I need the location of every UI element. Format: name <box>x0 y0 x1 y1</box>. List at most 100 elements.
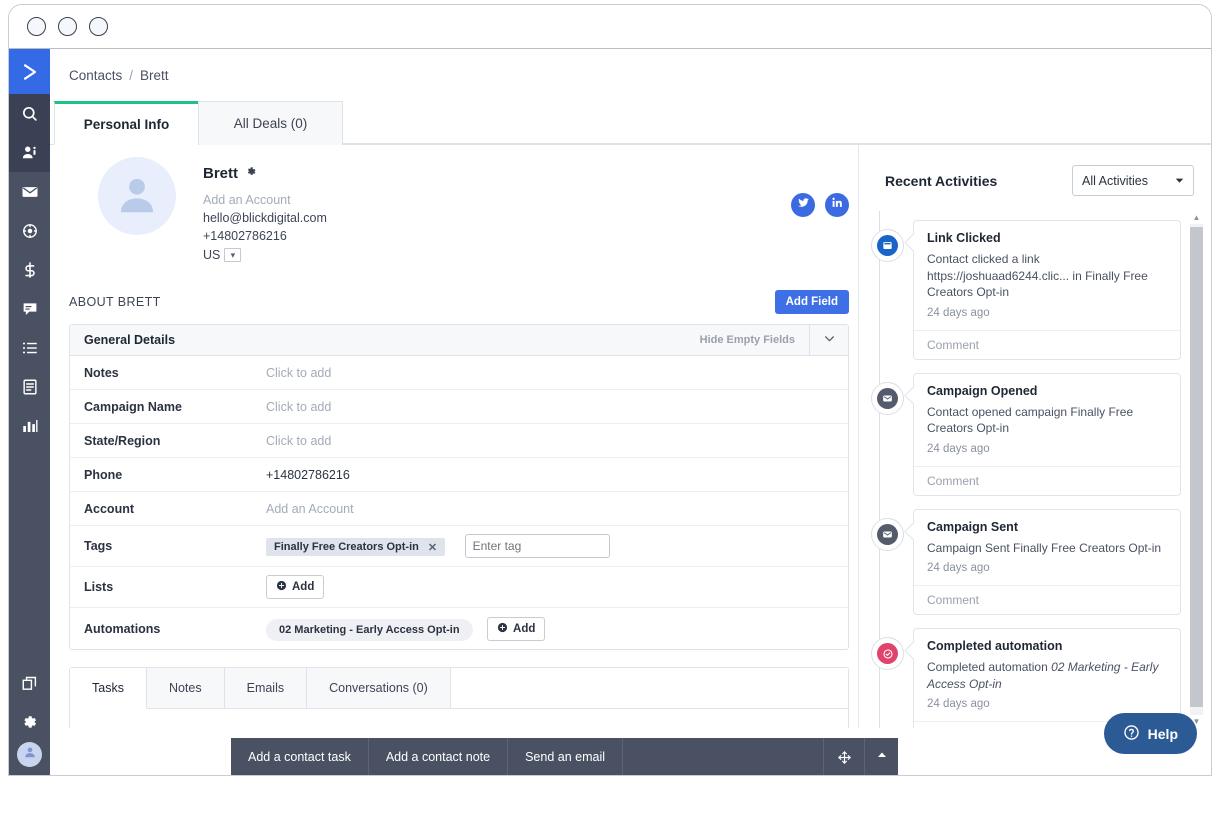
activities-filter-select[interactable]: All Activities <box>1072 165 1194 196</box>
activities-scrollbar[interactable]: ▲ ▼ <box>1190 211 1203 728</box>
send-an-email-button[interactable]: Send an email <box>508 738 624 775</box>
account-avatar[interactable] <box>17 742 42 767</box>
sidebar-item-settings[interactable] <box>9 703 50 742</box>
add-list-button[interactable]: Add <box>266 575 325 599</box>
window-minimize-button[interactable] <box>58 17 77 36</box>
toolbar-spacer <box>623 738 824 775</box>
activity-comment-input[interactable]: Comment <box>914 329 1180 359</box>
tag-input[interactable] <box>464 534 610 558</box>
contact-settings-gear-icon[interactable] <box>245 165 257 182</box>
remove-tag-icon[interactable]: ✕ <box>428 541 437 554</box>
help-button[interactable]: Help <box>1103 713 1197 754</box>
sidebar-item-automations[interactable] <box>9 211 50 250</box>
user-avatar-icon <box>23 745 37 764</box>
activity-card[interactable]: Campaign Opened Contact opened campaign … <box>913 372 1181 496</box>
activity-description: Contact opened campaign Finally Free Cre… <box>927 404 1134 436</box>
table-row: Phone +14802786216 <box>70 458 848 492</box>
activity-comment-input[interactable]: Comment <box>914 585 1180 614</box>
chevron-down-icon: ▾ <box>230 250 236 260</box>
field-value-account[interactable]: Add an Account <box>266 502 848 516</box>
collapse-toolbar-button[interactable] <box>864 738 898 775</box>
contact-tabs: Personal Info All Deals (0) <box>50 101 1211 145</box>
field-label: State/Region <box>84 433 161 448</box>
activity-comment-input[interactable]: Comment <box>914 465 1180 495</box>
activity-tabs-filler <box>450 668 848 709</box>
table-row: State/Region Click to add <box>70 424 848 458</box>
activity-body: Campaign Sent Campaign Sent Finally Free… <box>914 510 1180 586</box>
help-label: Help <box>1147 725 1178 742</box>
tab-emails[interactable]: Emails <box>224 668 308 709</box>
sidebar-item-apps[interactable] <box>9 664 50 703</box>
sidebar-item-contacts[interactable] <box>9 133 50 172</box>
table-row: Campaign Name Click to add <box>70 390 848 424</box>
activity-description: Campaign Sent Finally Free Creators Opt-… <box>927 540 1162 555</box>
browser-window: Contacts / Brett Personal Info All Deals… <box>8 4 1212 776</box>
sidebar-item-pages[interactable] <box>9 367 50 406</box>
campaign-sent-icon <box>877 523 898 545</box>
field-value-lists: Add <box>266 575 848 599</box>
primary-navigation-rail <box>9 49 50 775</box>
sidebar-item-conversations[interactable] <box>9 289 50 328</box>
add-automation-label: Add <box>513 622 536 635</box>
tab-conversations[interactable]: Conversations (0) <box>307 668 451 709</box>
sidebar-item-lists[interactable] <box>9 328 50 367</box>
activity-description-prefix: Completed automation <box>927 660 1052 674</box>
collapse-general-details-button[interactable] <box>809 324 848 356</box>
main-content: Contacts / Brett Personal Info All Deals… <box>50 49 1211 775</box>
general-details-title: General Details <box>84 333 176 347</box>
tab-all-deals[interactable]: All Deals (0) <box>198 101 343 145</box>
twitter-button[interactable] <box>791 193 815 217</box>
field-label: Phone <box>84 467 123 482</box>
field-label: Tags <box>84 539 113 553</box>
activity-card[interactable]: Link Clicked Contact clicked a link http… <box>913 220 1181 360</box>
contact-header: Brett Add an Account hello@blickdigital.… <box>69 145 858 264</box>
activity-title: Campaign Sent <box>927 519 1018 534</box>
table-row: Tags Finally Free Creators Opt-in ✕ <box>70 526 848 567</box>
sidebar-item-search[interactable] <box>9 94 50 133</box>
contact-phone[interactable]: +14802786216 <box>203 227 327 245</box>
sidebar-item-deals[interactable] <box>9 250 50 289</box>
breadcrumb-separator: / <box>129 67 134 83</box>
activity-card[interactable]: Campaign Sent Campaign Sent Finally Free… <box>913 508 1181 615</box>
tag-chip[interactable]: Finally Free Creators Opt-in ✕ <box>266 538 446 556</box>
app-logo[interactable] <box>9 49 50 94</box>
country-select[interactable]: ▾ <box>224 248 242 262</box>
document-icon <box>21 378 39 396</box>
automation-chip[interactable]: 02 Marketing - Early Access Opt-in <box>266 618 473 641</box>
contact-details-pane: Brett Add an Account hello@blickdigital.… <box>50 145 858 728</box>
page-title: Brett <box>203 165 239 182</box>
tab-tasks[interactable]: Tasks <box>70 668 147 709</box>
field-value-notes[interactable]: Click to add <box>266 366 848 380</box>
breadcrumb-contacts-link[interactable]: Contacts <box>69 68 122 83</box>
user-avatar-icon <box>114 171 160 222</box>
scrollbar-thumb[interactable] <box>1190 227 1203 707</box>
activity-marker <box>871 637 904 670</box>
chevron-down-icon <box>1175 174 1184 188</box>
hide-empty-fields-toggle[interactable]: Hide Empty Fields <box>700 334 809 346</box>
field-value-phone[interactable]: +14802786216 <box>266 468 848 482</box>
breadcrumb: Contacts / Brett <box>50 49 1211 101</box>
content-split: Brett Add an Account hello@blickdigital.… <box>50 145 1211 728</box>
field-value-campaign-name[interactable]: Click to add <box>266 400 848 414</box>
contact-email[interactable]: hello@blickdigital.com <box>203 209 327 227</box>
linkedin-button[interactable] <box>825 193 849 217</box>
activity-marker <box>871 229 904 262</box>
tab-personal-info[interactable]: Personal Info <box>54 101 199 145</box>
window-maximize-button[interactable] <box>89 17 108 36</box>
add-contact-task-button[interactable]: Add a contact task <box>231 738 369 775</box>
add-contact-note-button[interactable]: Add a contact note <box>369 738 509 775</box>
move-icon[interactable] <box>824 738 864 775</box>
scrollbar-track[interactable] <box>1190 224 1203 715</box>
add-automation-button[interactable]: Add <box>487 616 546 641</box>
plus-circle-icon <box>497 622 508 636</box>
add-field-button[interactable]: Add Field <box>774 290 849 314</box>
scroll-up-arrow-icon[interactable]: ▲ <box>1190 211 1203 224</box>
sidebar-item-campaigns[interactable] <box>9 172 50 211</box>
envelope-icon <box>21 183 39 201</box>
question-circle-icon <box>1123 724 1140 744</box>
tab-notes[interactable]: Notes <box>146 668 225 709</box>
sidebar-item-reports[interactable] <box>9 406 50 445</box>
field-value-state-region[interactable]: Click to add <box>266 434 848 448</box>
window-close-button[interactable] <box>27 17 46 36</box>
contact-add-account-link[interactable]: Add an Account <box>203 191 327 209</box>
